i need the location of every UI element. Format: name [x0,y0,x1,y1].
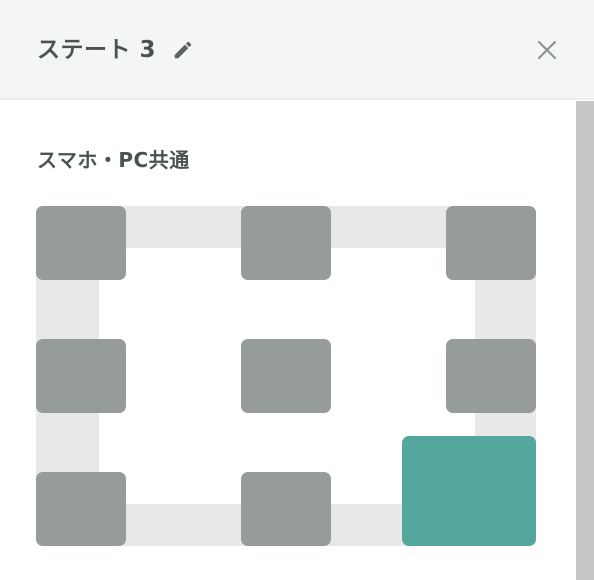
dialog-header: ステート 3 [0,0,594,100]
close-icon[interactable] [535,38,559,62]
position-grid [36,206,536,546]
position-middle-left[interactable] [36,339,126,413]
scrollbar[interactable] [576,101,594,580]
section-label: スマホ・PC共通 [37,148,190,172]
position-bottom-left[interactable] [36,472,126,546]
title-wrap: ステート 3 [37,36,194,64]
position-bottom-right-selected[interactable] [402,436,536,546]
position-top-right[interactable] [446,206,536,280]
pencil-icon[interactable] [172,39,194,61]
position-top-center[interactable] [241,206,331,280]
dialog-title: ステート 3 [37,37,157,63]
position-bottom-center[interactable] [241,472,331,546]
position-middle-right[interactable] [446,339,536,413]
position-middle-center[interactable] [241,339,331,413]
state-dialog: ステート 3 スマホ・PC共通 [0,0,594,580]
position-top-left[interactable] [36,206,126,280]
